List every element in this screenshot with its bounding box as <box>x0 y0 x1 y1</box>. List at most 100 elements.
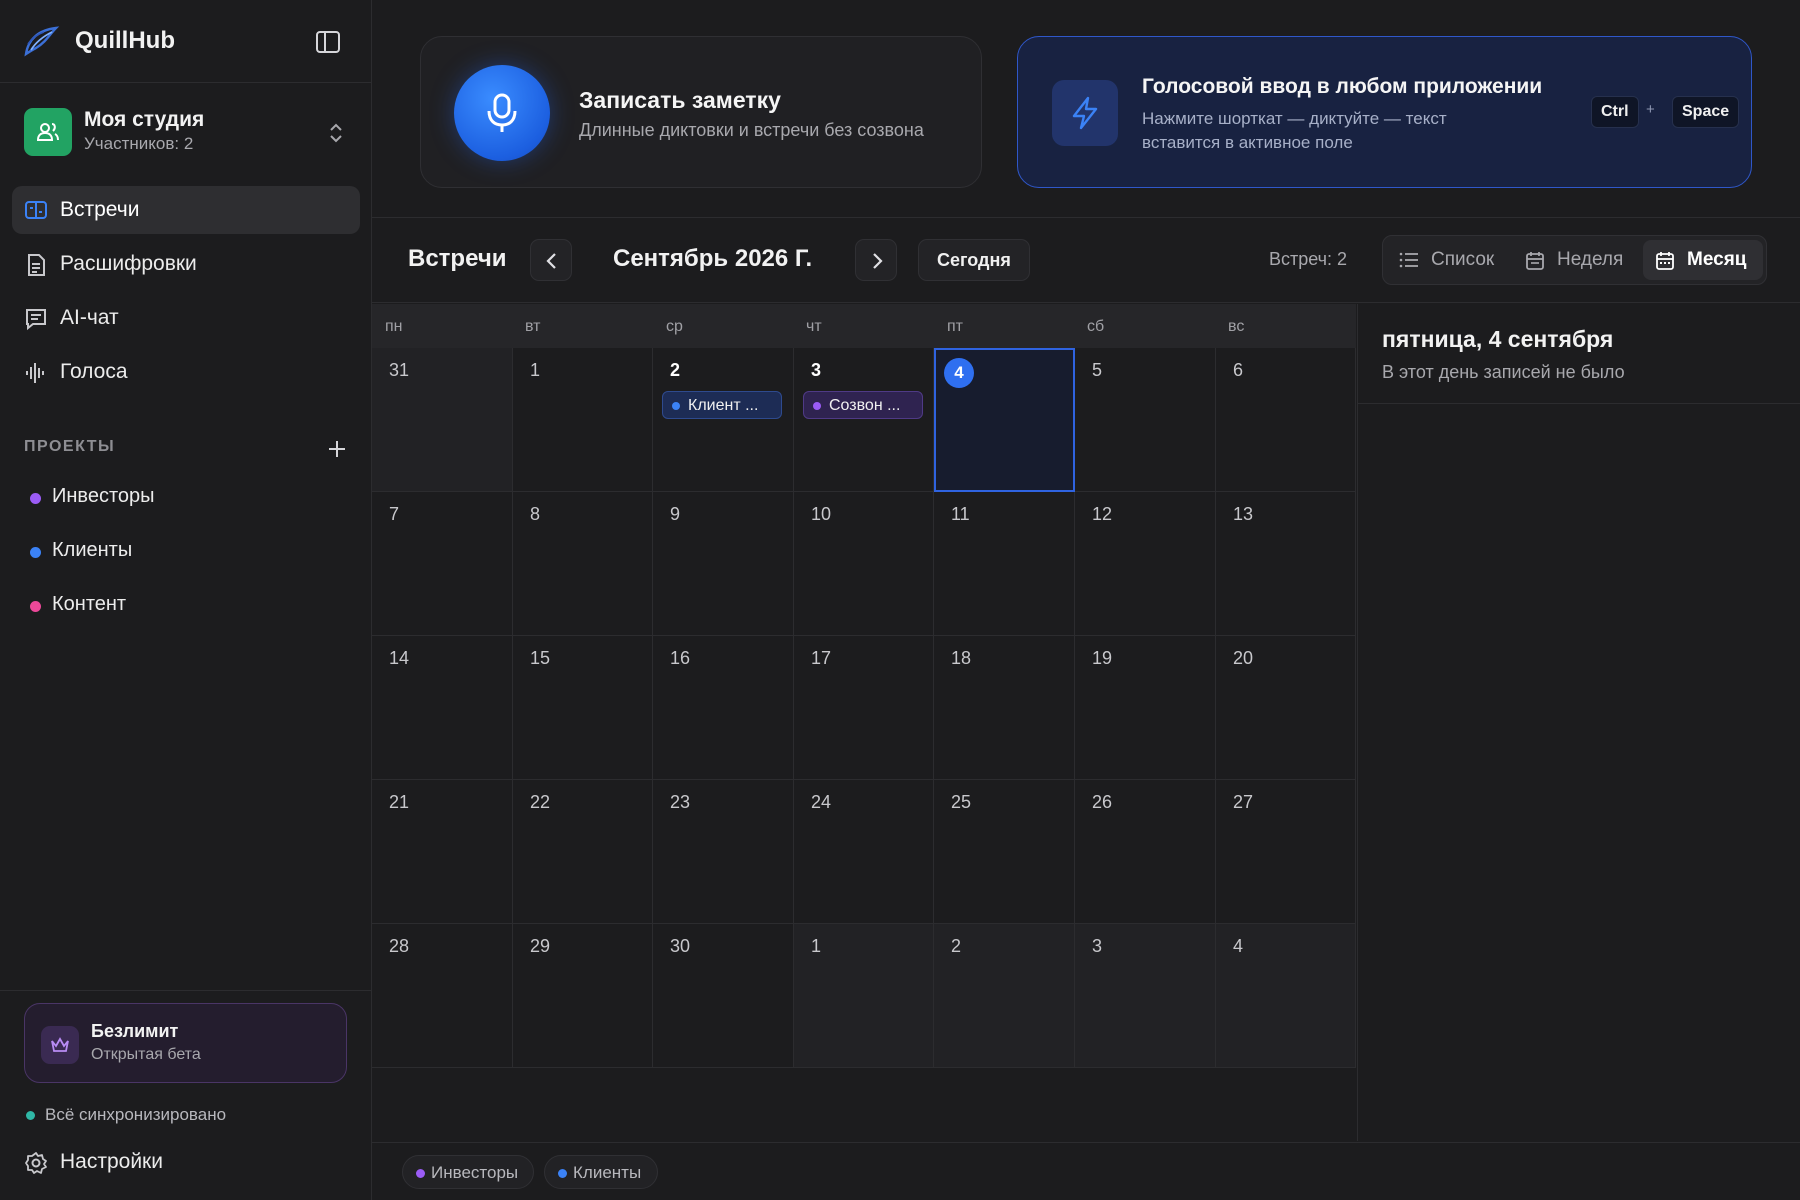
voice-input-card[interactable]: Голосовой ввод в любом приложении Нажмит… <box>1017 36 1752 188</box>
calendar-day-cell[interactable]: 6 <box>1216 348 1356 492</box>
legend-chip-clients[interactable]: Клиенты <box>544 1155 658 1189</box>
project-color-dot <box>30 493 41 504</box>
calendar-day-cell[interactable]: 27 <box>1216 780 1356 924</box>
calendar-day-cell[interactable]: 3 <box>1075 924 1216 1068</box>
calendar-day-cell[interactable]: 14 <box>372 636 513 780</box>
weekday-label: ср <box>666 318 683 335</box>
calendar-day-cell[interactable]: 1 <box>794 924 934 1068</box>
app-name: QuillHub <box>75 27 175 54</box>
calendar-day-cell[interactable]: 18 <box>934 636 1075 780</box>
day-number: 30 <box>670 936 691 956</box>
calendar-day-cell[interactable]: 1 <box>513 348 653 492</box>
calendar-day-cell[interactable]: 15 <box>513 636 653 780</box>
next-month-button[interactable] <box>855 239 897 281</box>
calendar-day-cell[interactable]: 4 <box>934 348 1075 492</box>
day-number: 2 <box>951 936 962 956</box>
day-number: 28 <box>389 936 410 956</box>
sidebar-collapse-icon[interactable] <box>313 28 343 56</box>
calendar-day-cell[interactable]: 8 <box>513 492 653 636</box>
shortcut-plus: + <box>1646 101 1655 118</box>
nav-item-label: Встречи <box>60 198 140 221</box>
day-number: 23 <box>670 792 691 812</box>
view-week-button[interactable]: Неделя <box>1513 240 1639 280</box>
nav-item-ai-chat[interactable]: AI-чат <box>12 294 360 342</box>
calendar-event[interactable]: Созвон ... <box>803 391 923 419</box>
settings-button[interactable]: Настройки <box>12 1140 360 1186</box>
project-item-content[interactable]: Контент <box>24 585 344 625</box>
shortcut-key-space: Space <box>1672 96 1740 128</box>
quill-logo-icon <box>24 26 60 57</box>
prev-month-button[interactable] <box>530 239 572 281</box>
day-number: 15 <box>530 648 551 668</box>
day-number: 11 <box>951 504 970 524</box>
view-month-button[interactable]: Месяц <box>1643 240 1763 280</box>
chevron-up-down-icon[interactable] <box>325 120 347 146</box>
view-label: Месяц <box>1687 249 1747 270</box>
calendar-day-cell[interactable]: 2 <box>934 924 1075 1068</box>
list-icon <box>1399 252 1418 268</box>
calendar-day-cell[interactable]: 26 <box>1075 780 1216 924</box>
calendar-day-cell[interactable]: 20 <box>1216 636 1356 780</box>
day-number: 1 <box>811 936 822 956</box>
gear-icon <box>25 1152 47 1174</box>
event-color-dot <box>672 402 680 410</box>
calendar-day-cell[interactable]: 30 <box>653 924 794 1068</box>
calendar-toolbar: Встречи Сентябрь 2026 Г. Сегодня Встреч:… <box>372 219 1800 303</box>
day-number: 19 <box>1092 648 1113 668</box>
calendar-event[interactable]: Клиент ... <box>662 391 782 419</box>
weekday-label: пт <box>947 318 963 335</box>
current-month: Сентябрь 2026 Г. <box>613 245 813 272</box>
record-button[interactable] <box>454 65 550 161</box>
calendar-day-cell[interactable]: 31 <box>372 348 513 492</box>
plus-icon[interactable] <box>326 438 348 460</box>
day-number: 20 <box>1233 648 1254 668</box>
voice-card-subtitle: Нажмите шорткат — диктуйте — текст встав… <box>1142 109 1447 152</box>
nav-item-transcripts[interactable]: Расшифровки <box>12 240 360 288</box>
settings-label: Настройки <box>60 1150 163 1173</box>
record-note-card[interactable]: Записать заметку Длинные диктовки и встр… <box>420 36 982 188</box>
nav-item-label: AI-чат <box>60 306 119 329</box>
calendar-day-cell[interactable]: 2 Клиент ... <box>653 348 794 492</box>
chevron-right-icon <box>873 253 883 269</box>
sync-status-label: Всё синхронизировано <box>45 1105 227 1124</box>
view-list-button[interactable]: Список <box>1387 240 1509 280</box>
calendar-day-cell[interactable]: 28 <box>372 924 513 1068</box>
calendar-day-cell[interactable]: 17 <box>794 636 934 780</box>
nav-item-label: Расшифровки <box>60 252 197 275</box>
legend-chip-investors[interactable]: Инвесторы <box>402 1155 534 1189</box>
nav-item-meetings[interactable]: Встречи <box>12 186 360 234</box>
legend-label: Инвесторы <box>431 1163 519 1182</box>
calendar-day-cell[interactable]: 23 <box>653 780 794 924</box>
calendar-day-cell[interactable]: 3 Созвон ... <box>794 348 934 492</box>
calendar-day-cell[interactable]: 29 <box>513 924 653 1068</box>
calendar-day-cell[interactable]: 7 <box>372 492 513 636</box>
calendar-day-cell[interactable]: 13 <box>1216 492 1356 636</box>
sync-status: Всё синхронизировано <box>24 1104 344 1128</box>
plan-card[interactable]: Безлимит Открытая бета <box>24 1003 347 1083</box>
calendar-day-cell[interactable]: 22 <box>513 780 653 924</box>
legend-dot <box>558 1169 567 1178</box>
record-card-subtitle: Длинные диктовки и встречи без созвона <box>579 120 924 140</box>
day-number: 2 <box>670 360 681 380</box>
nav-item-voices[interactable]: Голоса <box>12 348 360 396</box>
calendar-day-cell[interactable]: 11 <box>934 492 1075 636</box>
calendar-day-cell[interactable]: 24 <box>794 780 934 924</box>
calendar-day-cell[interactable]: 12 <box>1075 492 1216 636</box>
calendar-day-cell[interactable]: 10 <box>794 492 934 636</box>
project-item-clients[interactable]: Клиенты <box>24 531 344 571</box>
calendar-day-cell[interactable]: 4 <box>1216 924 1356 1068</box>
calendar-day-cell[interactable]: 19 <box>1075 636 1216 780</box>
calendar-day-cell[interactable]: 21 <box>372 780 513 924</box>
today-badge: 4 <box>944 358 974 388</box>
meetings-icon <box>25 201 47 219</box>
calendar-day-cell[interactable]: 9 <box>653 492 794 636</box>
today-button[interactable]: Сегодня <box>918 239 1030 281</box>
project-item-investors[interactable]: Инвесторы <box>24 477 344 517</box>
calendar-day-cell[interactable]: 25 <box>934 780 1075 924</box>
day-number: 1 <box>530 360 541 380</box>
project-label: Инвесторы <box>52 485 155 507</box>
calendar-day-cell[interactable]: 16 <box>653 636 794 780</box>
workspace-switcher[interactable]: Моя студия Участников: 2 <box>12 98 360 168</box>
calendar-day-cell[interactable]: 5 <box>1075 348 1216 492</box>
view-switcher: Список Неделя Месяц <box>1382 235 1767 285</box>
